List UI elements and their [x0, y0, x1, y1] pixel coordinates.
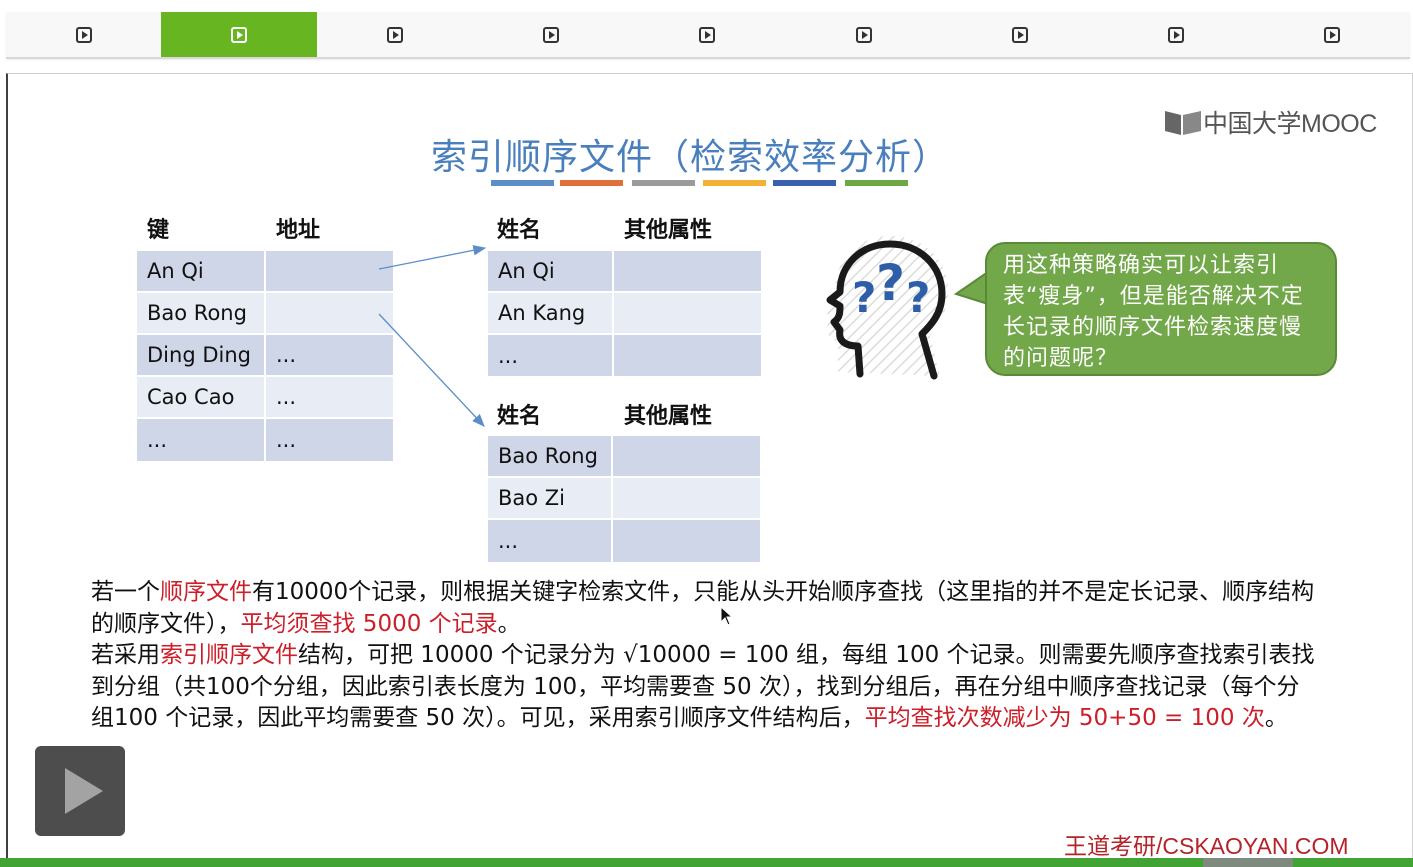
progress-bar[interactable] — [0, 858, 1413, 867]
svg-text:?: ? — [906, 273, 930, 322]
footer-watermark: 王道考研/CSKAOYAN.COM — [1064, 833, 1349, 859]
arrow-to-group2 — [378, 313, 485, 427]
svg-text:?: ? — [876, 254, 905, 312]
paragraph-line-1: 若一个顺序文件有10000个记录，则根据关键字检索文件，只能从头开始顺序查找（这… — [91, 579, 1315, 637]
paragraph-line-2: 若采用索引顺序文件结构，可把 10000 个记录分为 √10000 = 100 … — [91, 642, 1315, 732]
arrow-to-group1 — [378, 245, 487, 270]
play-triangle-icon — [65, 768, 103, 814]
svg-text:?: ? — [852, 273, 876, 322]
play-button[interactable] — [35, 746, 125, 836]
progress-buffer — [1203, 858, 1293, 867]
thinking-head-icon: ? ? ? — [826, 236, 948, 380]
explanation-paragraph: 若一个顺序文件有10000个记录，则根据关键字检索文件，只能从头开始顺序查找（这… — [91, 577, 1321, 735]
speech-bubble: 用这种策略确实可以让索引表“瘦身”，但是能否解决不定长记录的顺序文件检索速度慢的… — [985, 242, 1337, 376]
mouse-cursor-icon — [720, 606, 734, 626]
pointer-arrows — [378, 245, 487, 427]
